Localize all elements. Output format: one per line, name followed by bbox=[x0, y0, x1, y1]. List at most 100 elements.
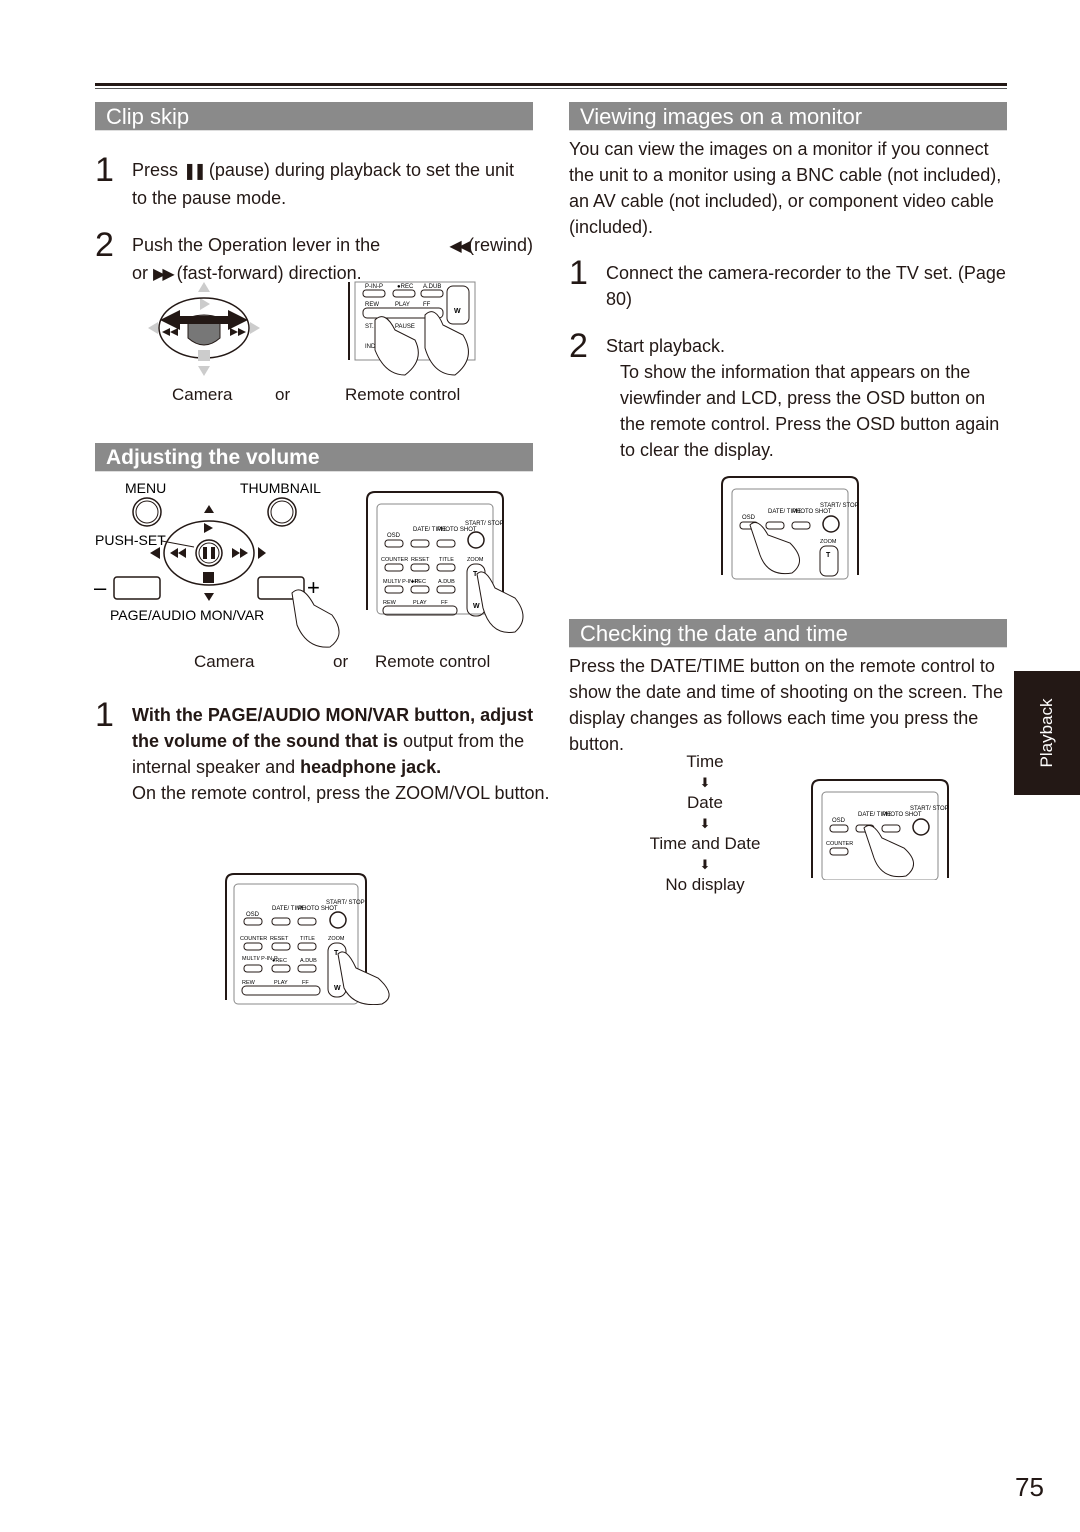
remote-label: TITLE bbox=[439, 557, 454, 563]
remote-label: OSD bbox=[387, 533, 401, 539]
remote-control-illustration: P-IN-P ●REC A.DUB W REW PLAY FF ST. PAUS… bbox=[348, 281, 476, 376]
remote-label: ●REC bbox=[411, 579, 426, 585]
remote-label: ST. bbox=[365, 324, 374, 330]
remote-label: REW bbox=[242, 980, 256, 986]
display-sequence: Time ⬇ Date ⬇ Time and Date ⬇ No display bbox=[620, 752, 790, 896]
remote-label: FF bbox=[441, 600, 448, 606]
remote-label: START/ STOP bbox=[465, 521, 504, 527]
remote-label: PHOTO SHOT bbox=[298, 906, 338, 912]
caption-remote: Remote control bbox=[345, 385, 461, 404]
remote-label: A.DUB bbox=[438, 579, 455, 585]
section-title-monitor: Viewing images on a monitor bbox=[569, 102, 1007, 131]
rewind-icon bbox=[170, 548, 178, 558]
step-number: 1 bbox=[569, 254, 588, 292]
caption-or: or bbox=[333, 652, 349, 671]
sequence-item: No display bbox=[665, 875, 745, 894]
section-title-datetime: Checking the date and time bbox=[569, 619, 1007, 648]
play-arrow-icon bbox=[200, 298, 210, 310]
volume-down-button bbox=[113, 576, 161, 600]
hand-icon bbox=[863, 825, 914, 878]
remote-label: RESET bbox=[411, 557, 430, 563]
remote-label: ZOOM bbox=[328, 936, 345, 942]
pause-icon bbox=[203, 547, 207, 559]
remote-label: OSD bbox=[246, 912, 260, 918]
hand-icon bbox=[424, 311, 469, 376]
caption-remote: Remote control bbox=[375, 652, 491, 671]
monitor-step-1: 1 Connect the camera-recorder to the TV … bbox=[569, 254, 1006, 309]
remote-label: START/ STOP bbox=[910, 806, 949, 812]
remote-label: FF bbox=[423, 302, 431, 308]
remote-label: PAUSE bbox=[395, 324, 415, 330]
remote-label: COUNTER bbox=[381, 557, 408, 563]
remote-volume-illustration: OSD DATE/ TIME PHOTO SHOT START/ STOP CO… bbox=[366, 491, 524, 633]
down-arrow-icon: ⬇ bbox=[699, 774, 711, 790]
down-arrow-icon: ⬇ bbox=[699, 856, 711, 872]
right-arrow-icon bbox=[250, 322, 260, 334]
remote-label: PHOTO SHOT bbox=[882, 812, 922, 818]
pause-icon: ❚❚ bbox=[183, 163, 207, 180]
down-arrow-icon bbox=[204, 593, 214, 601]
push-set-label: PUSH-SET bbox=[95, 532, 166, 548]
stop-icon bbox=[198, 350, 210, 361]
remote-zoom-vol-illustration: OSD DATE/ TIME PHOTO SHOT START/ STOP CO… bbox=[225, 873, 390, 1005]
remote-label: W bbox=[473, 603, 480, 610]
menu-button bbox=[132, 497, 162, 527]
caption-camera: Camera bbox=[194, 652, 255, 671]
remote-label: RESET bbox=[270, 936, 289, 942]
down-arrow-icon: ⬇ bbox=[699, 815, 711, 831]
right-arrow-icon bbox=[258, 547, 266, 559]
remote-osd-illustration: OSD DATE/ TIME PHOTO SHOT START/ STOP ZO… bbox=[721, 476, 859, 580]
top-rule-thin bbox=[95, 88, 1007, 89]
remote-label: ●REC bbox=[272, 958, 287, 964]
hand-icon bbox=[749, 522, 800, 575]
remote-label: ZOOM bbox=[820, 539, 837, 545]
step-number: 2 bbox=[569, 327, 588, 365]
thumbnail-label: THUMBNAIL bbox=[240, 480, 321, 496]
remote-label: PLAY bbox=[395, 302, 410, 308]
remote-label: W bbox=[454, 308, 461, 315]
sequence-item: Time and Date bbox=[649, 834, 761, 853]
volume-step-note: On the remote control, press the ZOOM/VO… bbox=[132, 783, 550, 803]
sequence-item: Date bbox=[687, 793, 723, 812]
camera-operation-lever-illustration bbox=[148, 282, 260, 376]
remote-label: OSD bbox=[832, 818, 846, 824]
remote-label: T bbox=[826, 552, 831, 559]
up-arrow-icon bbox=[204, 505, 214, 513]
remote-label: P-IN-P bbox=[365, 284, 383, 290]
section-title-volume: Adjusting the volume bbox=[95, 443, 533, 472]
hand-icon bbox=[337, 951, 390, 1005]
play-arrow-icon bbox=[204, 523, 213, 533]
page-number: 75 bbox=[1015, 1472, 1044, 1502]
remote-date-time-illustration: OSD DATE/ TIME PHOTO SHOT START/ STOP CO… bbox=[811, 779, 949, 880]
remote-label: START/ STOP bbox=[326, 900, 365, 906]
remote-label: REW bbox=[365, 302, 379, 308]
left-arrow-icon bbox=[150, 547, 160, 559]
datetime-intro: Press the DATE/TIME button on the remote… bbox=[569, 656, 1003, 754]
minus-label: – bbox=[94, 575, 107, 600]
remote-label: TITLE bbox=[300, 936, 315, 942]
remote-label: PHOTO SHOT bbox=[792, 509, 832, 515]
remote-label: PHOTO SHOT bbox=[437, 527, 477, 533]
caption-camera: Camera bbox=[172, 385, 233, 404]
remote-label: ZOOM bbox=[467, 557, 484, 563]
rewind-icon bbox=[162, 328, 170, 336]
down-arrow-icon bbox=[198, 366, 210, 376]
hand-icon bbox=[476, 571, 524, 633]
side-tab-playback[interactable]: Playback bbox=[1014, 671, 1080, 795]
clip-skip-step-1: 1 Press ❚❚ (pause) during playback to se… bbox=[95, 151, 515, 208]
remote-label: REW bbox=[383, 600, 397, 606]
stop-icon bbox=[203, 572, 214, 583]
monitor-intro: You can view the images on a monitor if … bbox=[569, 139, 1002, 237]
remote-label: W bbox=[334, 985, 341, 992]
remote-label: FF bbox=[302, 980, 309, 986]
page-audio-label: PAGE/AUDIO MON/VAR bbox=[110, 607, 264, 623]
remote-label: PLAY bbox=[274, 980, 288, 986]
rewind-icon: ◀◀ bbox=[449, 238, 471, 255]
right-column: Viewing images on a monitor You can view… bbox=[569, 102, 1007, 463]
thumbnail-button bbox=[267, 497, 297, 527]
remote-label: ●REC bbox=[397, 284, 414, 290]
remote-label: START/ STOP bbox=[820, 503, 859, 509]
remote-label: COUNTER bbox=[826, 841, 853, 847]
fast-forward-icon bbox=[238, 328, 246, 336]
remote-label: OSD bbox=[742, 515, 756, 521]
